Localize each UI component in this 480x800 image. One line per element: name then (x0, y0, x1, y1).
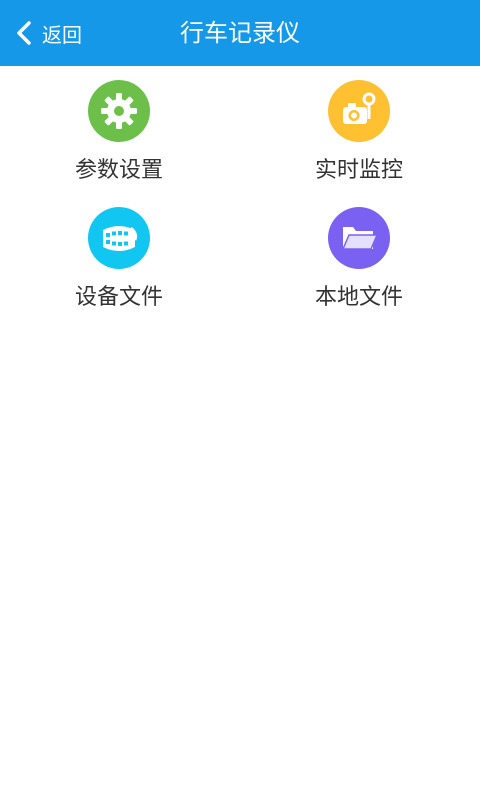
settings-label: 参数设置 (74, 158, 163, 183)
device-files-tile[interactable]: 设备文件 (19, 207, 219, 325)
gear-icon (88, 80, 150, 142)
live-monitor-label: 实时监控 (314, 158, 403, 183)
local-files-tile[interactable]: 本地文件 (259, 207, 459, 325)
settings-tile[interactable]: 参数设置 (19, 80, 219, 198)
title-bar: 返回 行车记录仪 (0, 0, 480, 66)
camera-icon (328, 80, 390, 142)
device-files-label: 设备文件 (74, 285, 163, 310)
back-button[interactable]: 返回 (12, 0, 82, 66)
folder-icon (328, 207, 390, 269)
live-monitor-tile[interactable]: 实时监控 (259, 80, 459, 198)
film-reel-icon (88, 207, 150, 269)
local-files-label: 本地文件 (314, 285, 403, 310)
chevron-left-icon (12, 20, 38, 46)
back-label: 返回 (42, 22, 82, 47)
